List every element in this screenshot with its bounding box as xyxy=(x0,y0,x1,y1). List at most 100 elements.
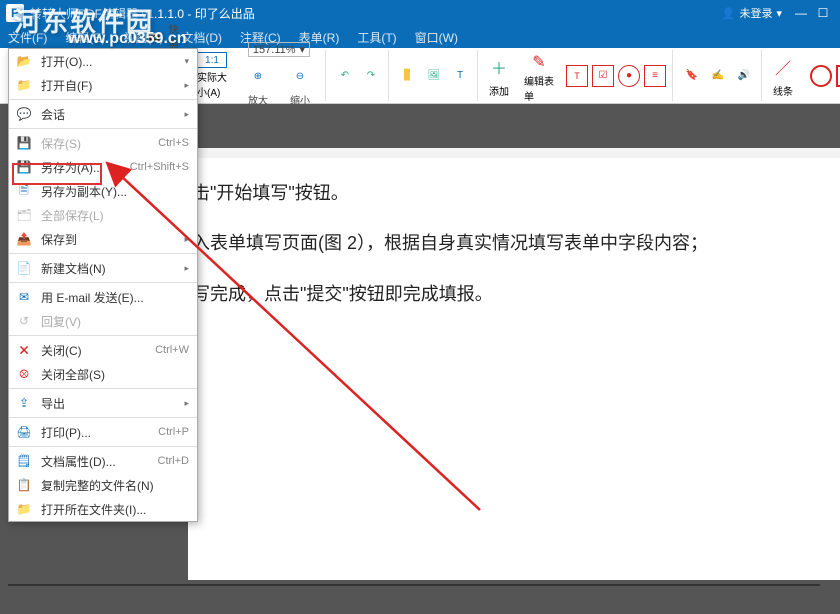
fit-icon: 1:1 xyxy=(197,52,227,68)
zoom-combo[interactable]: 157.11% ▾ xyxy=(248,42,310,57)
menu-print[interactable]: 🖨打印(P)...Ctrl+P xyxy=(9,420,197,444)
new-doc-icon: 📄 xyxy=(15,260,33,276)
chevron-right-icon: ▸ xyxy=(184,234,189,245)
menu-edit[interactable]: 编辑(E) xyxy=(65,29,105,46)
menu-save-all: 🗂全部保存(L) xyxy=(9,203,197,227)
document-page: 击"开始填写"按钮。 入表单填写页面(图 2），根据自身真实情况填写表单中字段内… xyxy=(188,158,840,580)
rotate-left-icon[interactable]: ↶ xyxy=(334,65,356,87)
ellipse-icon[interactable] xyxy=(810,65,832,87)
copy-name-icon: 📋 xyxy=(15,477,33,493)
menu-new-doc[interactable]: 📄新建文档(N)▸ xyxy=(9,256,197,280)
save-copy-icon: 🗎 xyxy=(15,183,33,199)
zoom-in-button[interactable]: ⊕ 放大 xyxy=(239,59,277,109)
highlight-icon[interactable]: ▊ xyxy=(397,65,419,87)
line-tool-button[interactable]: ／ 线条 xyxy=(764,50,802,101)
chevron-right-icon: ▸ xyxy=(184,109,189,120)
zoom-in-icon: ⊕ xyxy=(243,61,273,91)
doc-line-2: 入表单填写页面(图 2），根据自身真实情况填写表单中字段内容； xyxy=(192,218,830,268)
rotate-right-icon[interactable]: ↷ xyxy=(360,65,382,87)
folder-location-icon: 📁 xyxy=(15,501,33,517)
app-logo-icon: P xyxy=(6,4,24,22)
menu-open-containing[interactable]: 📁打开所在文件夹(I)... xyxy=(9,497,197,521)
close-all-icon: ⮾ xyxy=(15,366,33,382)
listbox-icon[interactable]: ≡ xyxy=(644,65,666,87)
chevron-right-icon: ▸ xyxy=(184,80,189,91)
camera-icon[interactable]: 📷 xyxy=(146,25,163,47)
menu-export[interactable]: ⇪导出▸ xyxy=(9,391,197,415)
login-status-text: 未登录 xyxy=(739,5,772,21)
menu-email[interactable]: ✉用 E-mail 发送(E)... xyxy=(9,285,197,309)
save-all-icon: 🗂 xyxy=(15,207,33,223)
add-label: 添加 xyxy=(489,83,509,98)
menu-save-as[interactable]: 💾另存为(A)...Ctrl+Shift+S xyxy=(9,155,197,179)
actual-size-label: 实际大小(A) xyxy=(197,69,227,99)
save-icon: 💾 xyxy=(15,135,33,151)
menu-window[interactable]: 窗口(W) xyxy=(415,29,458,46)
chevron-down-icon: ▾ xyxy=(776,7,782,20)
menu-save-to[interactable]: 📤保存到▸ xyxy=(9,227,197,251)
menu-save-copy[interactable]: 🗎另存为副本(Y)... xyxy=(9,179,197,203)
export-icon: ⇪ xyxy=(15,395,33,411)
radio-icon[interactable]: ● xyxy=(618,65,640,87)
edit-form-label: 编辑表单 xyxy=(524,73,554,103)
line-icon: ／ xyxy=(768,52,798,82)
shape-tools: ⬠ xyxy=(804,50,840,101)
menu-revert: ↺回复(V) xyxy=(9,309,197,333)
chevron-right-icon: ▸ xyxy=(184,263,189,274)
menu-close-all[interactable]: ⮾关闭全部(S) xyxy=(9,362,197,386)
annotation-tools: ▊ 🖼 T xyxy=(391,50,478,101)
menu-open[interactable]: 📂打开(O)...▾ xyxy=(9,49,197,73)
zoom-out-button[interactable]: ⊖ 缩小 xyxy=(281,59,319,109)
add-icon: ＋ xyxy=(484,52,514,82)
save-as-icon: 💾 xyxy=(15,159,33,175)
doc-line-1: 击"开始填写"按钮。 xyxy=(192,168,830,218)
sound-icon[interactable]: 🔊 xyxy=(733,65,755,87)
session-icon: 💬 xyxy=(15,106,33,122)
menu-save: 💾保存(S)Ctrl+S xyxy=(9,131,197,155)
login-status[interactable]: 👤 未登录 ▾ xyxy=(722,5,782,21)
zoom-value: 157.11% xyxy=(253,44,296,56)
file-menu-dropdown: 📂打开(O)...▾ 📁打开自(F)▸ 💬会话▸ 💾保存(S)Ctrl+S 💾另… xyxy=(8,48,198,522)
save-to-icon: 📤 xyxy=(15,231,33,247)
menu-copy-full-name[interactable]: 📋复制完整的文件名(N) xyxy=(9,473,197,497)
menu-file[interactable]: 文件(F) xyxy=(8,29,47,46)
snapshot-label: 快照 xyxy=(169,21,184,51)
chevron-down-icon: ▾ xyxy=(300,43,306,56)
chevron-down-icon: ▾ xyxy=(184,56,189,67)
add-button[interactable]: ＋ 添加 xyxy=(480,50,518,101)
window-title: 转转大师PDF编辑器 v1.1.1.0 - 印了么出品 xyxy=(30,5,255,22)
menu-close[interactable]: 🗙关闭(C)Ctrl+W xyxy=(9,338,197,362)
properties-icon: 🗒 xyxy=(15,453,33,469)
checkbox-icon[interactable]: ☑ xyxy=(592,65,614,87)
edit-form-icon: ✎ xyxy=(524,52,554,72)
email-icon: ✉ xyxy=(15,289,33,305)
menu-tools[interactable]: 工具(T) xyxy=(357,29,396,46)
print-icon: 🖨 xyxy=(15,424,33,440)
fit-button[interactable]: 1:1 实际大小(A) xyxy=(193,50,231,101)
doc-line-3: 写完成，点击"提交"按钮即完成填报。 xyxy=(192,269,830,319)
menu-doc-props[interactable]: 🗒文档属性(D)...Ctrl+D xyxy=(9,449,197,473)
textfield-icon[interactable]: T xyxy=(566,65,588,87)
maximize-button[interactable]: ☐ xyxy=(812,4,834,22)
image-icon[interactable]: 🖼 xyxy=(423,65,445,87)
revert-icon: ↺ xyxy=(15,313,33,329)
chevron-right-icon: ▸ xyxy=(184,398,189,409)
minimize-button[interactable]: — xyxy=(790,4,812,22)
text-annot-icon[interactable]: T xyxy=(449,65,471,87)
folder-icon: 📁 xyxy=(15,77,33,93)
close-doc-icon: 🗙 xyxy=(15,342,33,358)
zoom-out-icon: ⊖ xyxy=(285,61,315,91)
menu-bar: 文件(F) 编辑(E) 视图(V) 文档(D) 注释(C) 表单(R) 工具(T… xyxy=(0,26,840,48)
title-bar: P 转转大师PDF编辑器 v1.1.1.0 - 印了么出品 👤 未登录 ▾ — … xyxy=(0,0,840,26)
user-icon: 👤 xyxy=(722,7,736,20)
rotate-group: ↶ ↷ xyxy=(328,50,389,101)
stamp-tools: 🔖 ✍ 🔊 xyxy=(675,50,762,101)
rectangle-icon[interactable] xyxy=(836,65,840,87)
form-widgets: T ☑ ● ≡ xyxy=(560,50,673,101)
menu-session[interactable]: 💬会话▸ xyxy=(9,102,197,126)
signature-icon[interactable]: ✍ xyxy=(707,65,729,87)
edit-form-button[interactable]: ✎ 编辑表单 xyxy=(520,50,558,101)
menu-open-from[interactable]: 📁打开自(F)▸ xyxy=(9,73,197,97)
menu-document[interactable]: 文档(D) xyxy=(181,29,222,46)
stamp-icon[interactable]: 🔖 xyxy=(681,65,703,87)
